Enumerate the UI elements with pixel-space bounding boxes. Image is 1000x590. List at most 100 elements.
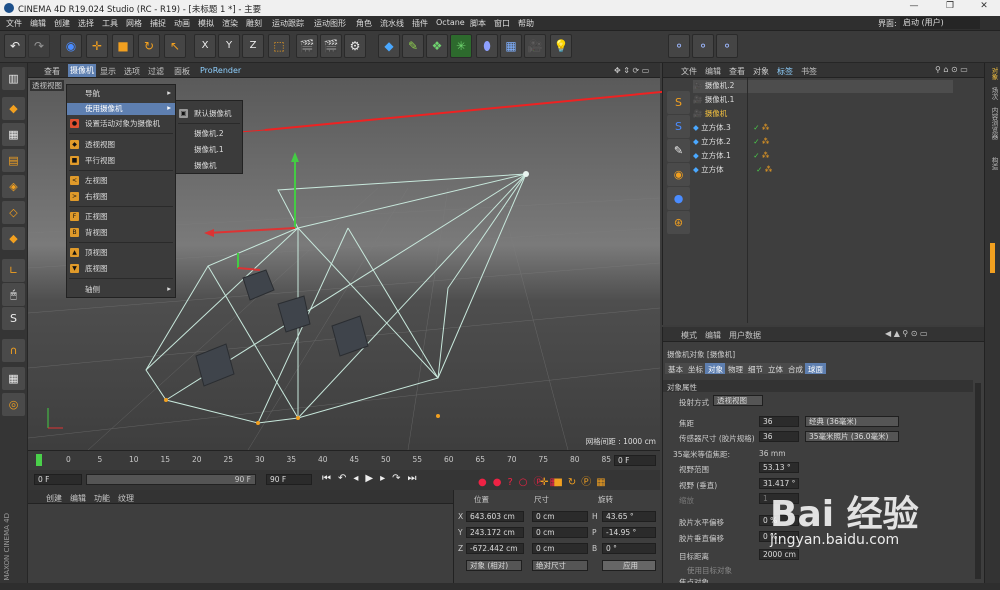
menu-item-back[interactable]: B 背视图 [67, 227, 175, 239]
attr-tab-basic[interactable]: 基本 [665, 363, 686, 374]
object-row-camera-2[interactable]: 🎥 摄像机.2 [693, 80, 953, 93]
playback-controls-icon[interactable]: ⏮↶◂▶▸↷⏭ [322, 473, 424, 484]
attr-menu-mode[interactable]: 模式 [681, 330, 697, 341]
obj-menu-view[interactable]: 查看 [729, 66, 745, 77]
object-select-icon[interactable]: ◉ [667, 163, 690, 186]
coordinates-manager: 位置 尺寸 旋转 X 643.603 cm 0 cm H 43.65 ° Y 2… [453, 490, 660, 583]
sensor-preset-select[interactable]: 35毫米照片 (36.0毫米) [805, 431, 899, 442]
timeline-tick: 50 [381, 455, 391, 464]
obj-menu-tag[interactable]: 标签 [777, 66, 793, 77]
object-manager: 文件 编辑 查看 对象 标签 书签 ⚲ ⌂ ⊙ ▭ S S ✎ ◉ ● ⊛ 🎥 … [662, 63, 985, 325]
attr-tab-stereo[interactable]: 立体 [765, 363, 786, 374]
menu-item-set-active-camera[interactable]: ● 设置活动对象为摄像机 [67, 118, 175, 130]
submenu-camera-2[interactable]: 摄像机.2 [176, 128, 242, 140]
frame-range-slider[interactable]: 90 F [86, 474, 256, 485]
vtab-structure[interactable]: 构造 [987, 157, 999, 170]
current-frame-field[interactable]: 0 F [614, 455, 656, 466]
key-mode-icons[interactable]: ✛■↻Ⓟ▦ [540, 473, 611, 488]
submenu-camera-1[interactable]: 摄像机.1 [176, 144, 242, 156]
menu-item-top[interactable]: ▲ 顶视图 [67, 247, 175, 259]
timeline-tick: 35 [286, 455, 297, 464]
timeline-tick: 20 [192, 455, 202, 464]
object-row-cube-2[interactable]: ◆ 立方体.2 ✓ ⁂ [693, 136, 953, 149]
obj-search-icon[interactable]: ⚲ ⌂ ⊙ ▭ [935, 65, 968, 74]
pos-y-field[interactable]: 243.172 cm [466, 527, 524, 538]
target-distance-field[interactable]: 2000 cm [759, 549, 799, 560]
pos-z-field[interactable]: -672.442 cm [466, 543, 524, 554]
size-mode-select[interactable]: 绝对尺寸 [532, 560, 588, 571]
vtab-takes[interactable]: 场次 [987, 87, 999, 100]
rot-p-field[interactable]: -14.95 ° [602, 527, 656, 538]
object-row-camera-1[interactable]: 🎥 摄像机.1 [693, 94, 953, 107]
menu-item-parallel[interactable]: ■ 平行视图 [67, 155, 175, 167]
object-row-cube[interactable]: ◆ 立方体 ✓ ⁂ [693, 164, 953, 177]
attr-menu-edit[interactable]: 编辑 [705, 330, 721, 341]
menu-item-navigation[interactable]: 导航 ▸ [67, 88, 175, 100]
xyz-icon[interactable]: ⊛ [667, 211, 690, 234]
sensor-size-field[interactable]: 36 [759, 431, 799, 442]
submenu-camera[interactable]: 摄像机 [176, 160, 242, 172]
size-y-field[interactable]: 0 cm [532, 527, 588, 538]
timeline-tick: 85 [601, 455, 612, 464]
mat-menu-function[interactable]: 功能 [94, 493, 110, 504]
mat-menu-create[interactable]: 创建 [46, 493, 62, 504]
menu-item-bottom[interactable]: ▼ 底视图 [67, 263, 175, 275]
attr-object-header: 摄像机对象 [摄像机] [667, 350, 736, 359]
start-frame-field[interactable]: 0 F [34, 474, 82, 485]
attr-nav-icons[interactable]: ◀ ▲ ⚲ ⊙ ▭ [885, 329, 928, 338]
obj-menu-object[interactable]: 对象 [753, 66, 769, 77]
menu-item-axonometric[interactable]: 轴侧 ▸ [67, 284, 175, 296]
coords-header-position: 位置 [474, 495, 489, 504]
menu-item-right[interactable]: > 右视图 [67, 191, 175, 203]
timeline-tick: 55 [412, 455, 423, 464]
end-frame-field[interactable]: 90 F [266, 474, 312, 485]
attr-tab-details[interactable]: 细节 [745, 363, 766, 374]
menu-separator [69, 133, 173, 134]
obj-menu-file[interactable]: 文件 [681, 66, 697, 77]
rot-b-field[interactable]: 0 ° [602, 543, 656, 554]
deform-icon[interactable]: ● [667, 187, 690, 210]
apply-button[interactable]: 应用 [602, 560, 656, 571]
attr-tab-physical[interactable]: 物理 [725, 363, 746, 374]
transport-bar: 0 F 90 F 90 F ⏮↶◂▶▸↷⏭ ●●?○ⓟ▦ ✛■↻Ⓟ▦ [28, 470, 660, 490]
attr-label-projection: 投射方式 [679, 398, 709, 407]
snap-s-icon[interactable]: S [667, 91, 690, 114]
attr-scrollbar[interactable] [975, 383, 981, 579]
menu-item-front[interactable]: F 正视图 [67, 211, 175, 223]
attr-tab-object[interactable]: 对象 [705, 363, 726, 374]
submenu-default-camera[interactable]: ▣ 默认摄像机 [176, 108, 242, 120]
coords-row-x: X 643.603 cm 0 cm H 43.65 ° [454, 510, 661, 524]
pos-x-field[interactable]: 643.603 cm [466, 511, 524, 522]
vtab-content-browser[interactable]: 内容浏览器 [987, 107, 999, 140]
vtab-scroll-indicator[interactable] [990, 243, 995, 273]
mat-menu-texture[interactable]: 纹理 [118, 493, 134, 504]
attr-menu-userdata[interactable]: 用户数据 [729, 330, 761, 341]
mat-menu-edit[interactable]: 编辑 [70, 493, 86, 504]
attr-tab-coord[interactable]: 坐标 [685, 363, 706, 374]
object-row-cube-3[interactable]: ◆ 立方体.3 ✓ ⁂ [693, 122, 953, 135]
pen-tool-icon[interactable]: ✎ [667, 139, 690, 162]
menu-item-perspective[interactable]: ◆ 透视视图 [67, 139, 175, 151]
fov-field[interactable]: 53.13 ° [759, 462, 799, 473]
menu-item-use-camera[interactable]: 使用摄像机 ▸ [67, 103, 175, 115]
projection-select[interactable]: 透视视图 [713, 395, 763, 406]
focal-preset-select[interactable]: 经典 (36毫米) [805, 416, 899, 427]
attr-tab-composition[interactable]: 合成 [785, 363, 806, 374]
snap-s2-icon[interactable]: S [667, 115, 690, 138]
baidu-watermark-logo: Bai 经验 [770, 494, 919, 535]
object-row-cube-1[interactable]: ◆ 立方体.1 ✓ ⁂ [693, 150, 953, 163]
rot-h-field[interactable]: 43.65 ° [602, 511, 656, 522]
focal-length-field[interactable]: 36 [759, 416, 799, 427]
timeline-tick: 60 [444, 455, 454, 464]
menu-item-left[interactable]: < 左视图 [67, 175, 175, 187]
obj-menu-edit[interactable]: 编辑 [705, 66, 721, 77]
coord-mode-select[interactable]: 对象 (相对) [466, 560, 522, 571]
object-row-camera[interactable]: 🎥 摄像机 [693, 108, 953, 121]
timeline-ruler[interactable]: 051015202530354045505560657075808590 0 F [28, 450, 660, 470]
size-z-field[interactable]: 0 cm [532, 543, 588, 554]
obj-menu-bookmark[interactable]: 书签 [801, 66, 817, 77]
size-x-field[interactable]: 0 cm [532, 511, 588, 522]
attr-label-35mm: 35毫米等值焦距: [673, 450, 731, 459]
vtab-objects[interactable]: 对象 [987, 67, 999, 80]
attr-tab-spherical[interactable]: 球面 [805, 363, 826, 374]
